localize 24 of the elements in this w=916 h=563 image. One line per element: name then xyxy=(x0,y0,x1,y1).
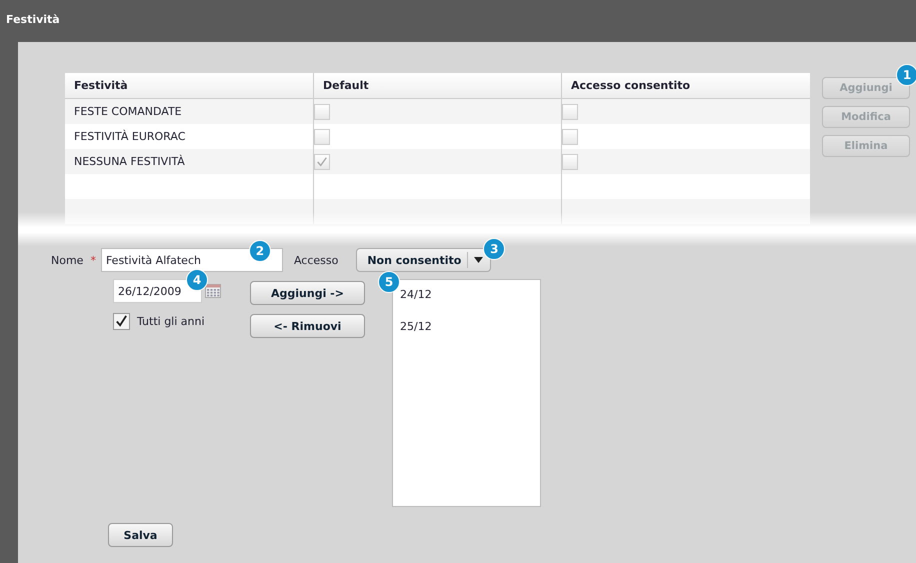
add-date-button[interactable]: Aggiungi -> xyxy=(250,281,365,305)
default-checkbox[interactable] xyxy=(314,128,330,144)
calendar-icon[interactable] xyxy=(205,284,221,298)
default-checkbox[interactable] xyxy=(314,154,330,170)
column-header: Default xyxy=(314,73,562,98)
step-badge: 5 xyxy=(378,271,400,293)
name-label: Nome xyxy=(51,254,84,266)
column-header: Accesso consentito xyxy=(570,78,692,94)
access-dropdown[interactable]: Non consentito xyxy=(356,248,492,272)
caret-icon xyxy=(474,257,484,263)
column-header: Festività xyxy=(65,73,314,98)
step-badge: 1 xyxy=(896,64,916,86)
access-checkbox[interactable] xyxy=(562,104,578,120)
every-year-label: Tutti gli anni xyxy=(137,315,205,328)
access-checkbox[interactable] xyxy=(562,154,578,170)
window-title: Festività xyxy=(6,13,60,26)
date-list-item[interactable]: 25/12 xyxy=(393,317,540,349)
default-checkbox[interactable] xyxy=(314,104,330,120)
remove-date-button[interactable]: <- Rimuovi xyxy=(250,314,365,338)
required-mark: * xyxy=(90,254,96,266)
every-year-checkbox[interactable] xyxy=(113,313,130,330)
access-checkbox[interactable] xyxy=(562,128,578,144)
save-button[interactable]: Salva xyxy=(108,523,173,547)
access-label: Accesso xyxy=(294,254,338,266)
